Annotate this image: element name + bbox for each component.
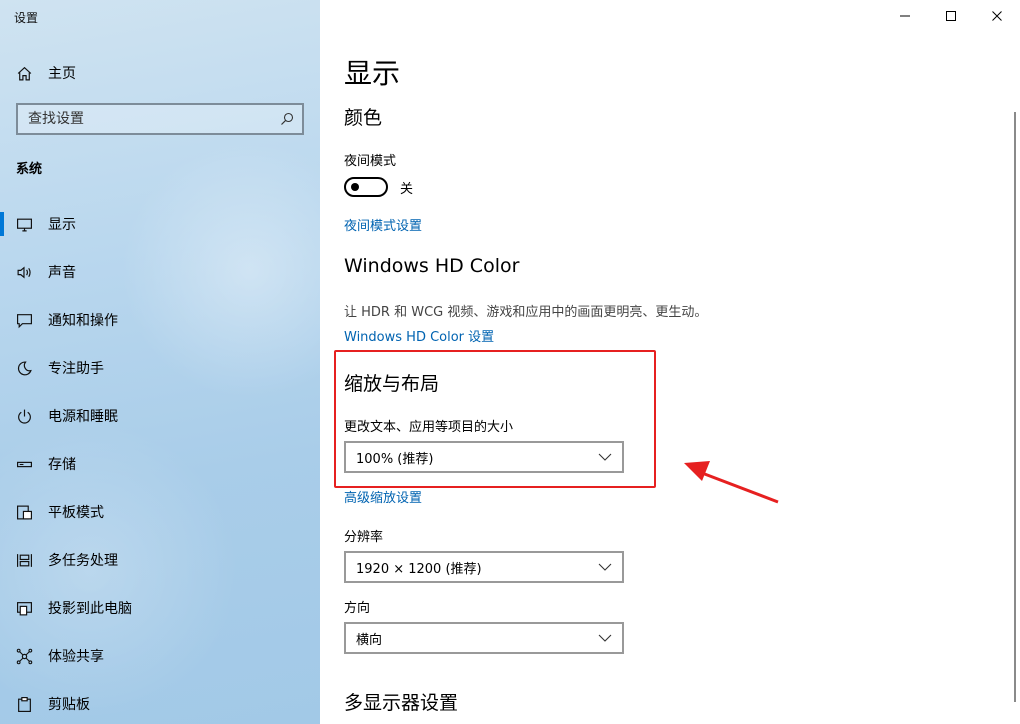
sidebar-item-display[interactable]: 显示 xyxy=(0,200,320,248)
section-label-system: 系统 xyxy=(16,162,43,177)
window-controls xyxy=(882,0,1020,32)
sidebar-item-label: 体验共享 xyxy=(48,649,104,665)
power-icon xyxy=(18,409,31,423)
tablet-mode-icon xyxy=(17,505,32,519)
night-mode-state: 关 xyxy=(400,181,414,197)
sidebar-item-project-to-pc[interactable]: 投影到此电脑 xyxy=(0,584,320,632)
sidebar-item-focus-assist[interactable]: 专注助手 xyxy=(0,344,320,392)
sidebar-item-shared-experiences[interactable]: 体验共享 xyxy=(0,632,320,680)
project-icon xyxy=(17,601,32,615)
sidebar-nav: 显示 声音 通知和操作 专注助手 电源和睡眠 存储 平板模式 多任务处理 投影到… xyxy=(0,200,320,724)
color-heading: 颜色 xyxy=(344,107,383,129)
hdr-description: 让 HDR 和 WCG 视频、游戏和应用中的画面更明亮、更生动。 xyxy=(344,305,708,320)
night-mode-toggle-row: 关 xyxy=(344,177,413,197)
search-box[interactable] xyxy=(16,103,304,135)
hdr-settings-link[interactable]: Windows HD Color 设置 xyxy=(344,326,494,345)
notification-icon xyxy=(17,313,32,328)
sidebar-item-label: 存储 xyxy=(48,457,76,473)
sidebar: 设置 主页 系统 显示 声音 通知和操作 专注助手 电源和睡眠 xyxy=(0,0,320,724)
resolution-dropdown-value: 1920 × 1200 (推荐) xyxy=(356,561,482,577)
toggle-knob xyxy=(351,183,359,191)
sidebar-item-label: 多任务处理 xyxy=(48,553,118,569)
maximize-icon xyxy=(946,11,956,21)
scrollbar[interactable] xyxy=(1014,112,1016,702)
monitor-icon xyxy=(17,218,32,231)
sidebar-item-multitasking[interactable]: 多任务处理 xyxy=(0,536,320,584)
chevron-down-icon xyxy=(598,563,612,571)
night-mode-toggle[interactable] xyxy=(344,177,388,197)
home-icon xyxy=(17,66,32,80)
sidebar-item-label: 电源和睡眠 xyxy=(48,409,118,425)
multi-display-heading: 多显示器设置 xyxy=(344,692,459,714)
hdr-heading: Windows HD Color xyxy=(344,255,520,277)
clipboard-icon xyxy=(18,696,31,712)
sidebar-item-label: 通知和操作 xyxy=(48,313,118,329)
sidebar-item-label: 声音 xyxy=(48,265,76,281)
search-input[interactable] xyxy=(18,105,302,133)
highlight-box xyxy=(334,350,656,488)
shared-experience-icon xyxy=(16,648,33,664)
night-mode-label: 夜间模式 xyxy=(344,154,397,169)
sidebar-item-notifications[interactable]: 通知和操作 xyxy=(0,296,320,344)
sidebar-item-clipboard[interactable]: 剪贴板 xyxy=(0,680,320,724)
red-arrow-annotation xyxy=(684,461,779,504)
orientation-label: 方向 xyxy=(344,601,371,616)
sidebar-item-sound[interactable]: 声音 xyxy=(0,248,320,296)
sidebar-item-label: 剪贴板 xyxy=(48,697,90,713)
maximize-button[interactable] xyxy=(928,0,974,32)
sidebar-item-label: 专注助手 xyxy=(48,361,104,377)
search-icon[interactable] xyxy=(280,112,294,126)
page-title: 显示 xyxy=(344,57,401,90)
chevron-down-icon xyxy=(598,634,612,642)
minimize-icon xyxy=(900,15,910,17)
sidebar-item-label: 显示 xyxy=(48,217,76,233)
speaker-icon xyxy=(17,265,31,279)
home-label: 主页 xyxy=(48,66,76,82)
home-link[interactable]: 主页 xyxy=(16,63,76,83)
sidebar-item-power-sleep[interactable]: 电源和睡眠 xyxy=(0,392,320,440)
close-button[interactable] xyxy=(974,0,1020,32)
close-icon xyxy=(992,11,1002,21)
advanced-scaling-link[interactable]: 高级缩放设置 xyxy=(344,487,422,506)
resolution-label: 分辨率 xyxy=(344,530,384,545)
main-panel: 显示 颜色 夜间模式 关 夜间模式设置 Windows HD Color 让 H… xyxy=(320,0,1020,724)
sidebar-item-tablet-mode[interactable]: 平板模式 xyxy=(0,488,320,536)
sidebar-item-label: 平板模式 xyxy=(48,505,104,521)
moon-icon xyxy=(17,361,32,375)
orientation-dropdown[interactable]: 横向 xyxy=(344,622,624,654)
night-mode-settings-link[interactable]: 夜间模式设置 xyxy=(344,215,422,234)
orientation-dropdown-value: 横向 xyxy=(356,632,383,648)
sidebar-item-label: 投影到此电脑 xyxy=(48,601,132,617)
resolution-dropdown[interactable]: 1920 × 1200 (推荐) xyxy=(344,551,624,583)
minimize-button[interactable] xyxy=(882,0,928,32)
sidebar-item-storage[interactable]: 存储 xyxy=(0,440,320,488)
window-title: 设置 xyxy=(14,11,39,25)
multitasking-icon xyxy=(17,553,32,567)
storage-icon xyxy=(17,461,32,467)
